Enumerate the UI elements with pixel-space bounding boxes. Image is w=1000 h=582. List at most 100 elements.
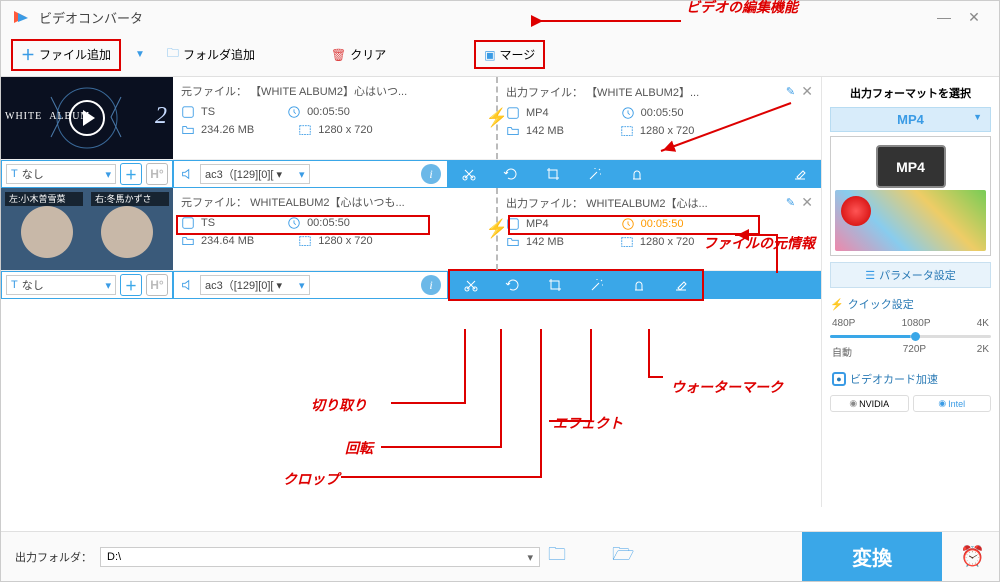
add-subtitle-button[interactable]: ＋ [120,163,142,185]
speaker-icon [180,167,194,181]
output-format-title: 出力フォーマットを選択 [830,85,991,101]
apply-edit-tool[interactable] [660,271,702,299]
format-icon [181,216,195,230]
add-file-label: ファイル追加 [39,46,111,63]
app-title: ビデオコンバータ [39,8,929,27]
quality-slider[interactable] [830,335,991,338]
output-size: 142 MB [526,125,564,137]
trim-tool[interactable] [448,160,490,188]
clock-icon [621,106,635,120]
resolution-icon [620,235,634,249]
add-file-dropdown[interactable]: ▼ [131,49,149,60]
source-size: 234.64 MB [201,235,254,247]
close-button[interactable]: ✕ [959,9,989,26]
output-resolution: 1280 x 720 [640,236,694,248]
rotate-tool[interactable] [492,271,534,299]
output-format: MP4 [526,218,549,230]
merge-label: マージ [500,46,536,63]
source-file-name: 【WHITE ALBUM2】心はいつ... [250,83,407,99]
trash-icon: 🗑 [331,48,346,62]
remove-item-button[interactable]: ✕ [801,83,813,100]
info-button[interactable]: i [421,275,441,295]
output-duration: 00:05:50 [641,107,684,119]
audio-track-label: ac3（[129][0][ ▾ [205,166,282,182]
subtitle-select[interactable]: Tなし [6,164,116,184]
add-folder-button[interactable]: 🗀 フォルダ追加 [159,40,263,69]
source-format: TS [201,106,215,118]
resolution-icon [620,124,634,138]
trim-tool[interactable] [450,271,492,299]
subtitle-none-label: なし [22,166,44,182]
source-format: TS [201,217,215,229]
resolution-icon [298,234,312,248]
minimize-button[interactable]: — [929,9,959,25]
watermark-tool[interactable] [618,271,660,299]
convert-button[interactable]: 変換 [802,532,942,581]
parameter-settings-button[interactable]: ☰ パラメータ設定 [830,262,991,288]
speaker-icon [180,278,194,292]
subtitle-none-label: なし [22,277,44,293]
output-size: 142 MB [526,236,564,248]
play-icon [69,100,105,136]
open-folder-button[interactable]: 🗀 [548,542,566,572]
add-file-button[interactable]: ＋ ファイル追加 [11,39,121,71]
crop-tool[interactable] [534,271,576,299]
edit-pencil-icon[interactable]: ✎ [786,196,795,209]
video-thumbnail[interactable]: 左:小木曽雪菜右:冬馬かずさ [1,188,173,270]
preset-720p[interactable]: 720P [903,344,926,359]
sliders-icon: ☰ [865,269,875,282]
apply-edit-tool[interactable] [779,166,821,182]
source-duration: 00:05:50 [307,106,350,118]
preset-auto[interactable]: 自動 [832,344,852,359]
clock-icon [287,105,301,119]
annotation-watermark: ウォーターマーク [671,377,783,397]
mp4-badge: MP4 [876,145,946,188]
output-folder-browse[interactable]: 🗁 [612,542,634,572]
folder-icon [181,234,195,248]
merge-icon: ▣ [484,48,495,62]
preset-1080p[interactable]: 1080P [902,318,931,329]
annotation-trim: 切り取り [311,395,367,415]
source-resolution: 1280 x 720 [318,235,372,247]
app-logo-icon [11,7,31,27]
merge-button[interactable]: ▣ マージ [474,40,545,69]
source-file-label: 元ファイル： [181,83,247,99]
clock-icon [621,217,635,231]
add-subtitle-button[interactable]: ＋ [120,274,142,296]
output-format: MP4 [526,107,549,119]
quick-settings-title: クイック設定 [848,296,914,312]
crop-tool[interactable] [532,160,574,188]
audio-track-select[interactable]: ac3（[129][0][ ▾ [200,275,310,295]
rotate-tool[interactable] [490,160,532,188]
gpu-accel-toggle[interactable]: ● ビデオカード加速 [830,367,991,391]
schedule-button[interactable]: ⏰ [960,544,985,569]
clock-icon [287,216,301,230]
output-resolution: 1280 x 720 [640,125,694,137]
info-button[interactable]: i [421,164,441,184]
effect-tool[interactable] [574,160,616,188]
audio-track-select[interactable]: ac3（[129][0][ ▾ [200,164,310,184]
bolt-icon: ⚡ [486,108,508,129]
resolution-icon [298,123,312,137]
edit-pencil-icon[interactable]: ✎ [786,85,795,98]
lightning-icon: ⚡ [830,298,844,311]
hardware-button[interactable]: H° [146,274,168,296]
video-thumbnail[interactable]: WHITE ALBUM 2 [1,77,173,159]
output-folder-path[interactable]: D:\ [100,547,540,567]
hardware-button[interactable]: H° [146,163,168,185]
format-select[interactable]: MP4 [830,107,991,132]
preset-2k[interactable]: 2K [977,344,989,359]
intel-badge: ◉Intel [913,395,992,412]
preset-4k[interactable]: 4K [977,318,989,329]
subtitle-select[interactable]: Tなし [6,275,116,295]
clear-button[interactable]: 🗑 クリア [323,42,394,67]
watermark-tool[interactable] [616,160,658,188]
source-file-label: 元ファイル： [181,194,247,210]
effect-tool[interactable] [576,271,618,299]
annotation-rotate: 回転 [345,438,373,458]
output-file-label: 出力ファイル： [506,195,583,211]
preset-480p[interactable]: 480P [832,318,855,329]
annotation-crop: クロップ [283,469,339,489]
output-file-name: 【WHITE ALBUM2】... [586,84,699,100]
remove-item-button[interactable]: ✕ [801,194,813,211]
